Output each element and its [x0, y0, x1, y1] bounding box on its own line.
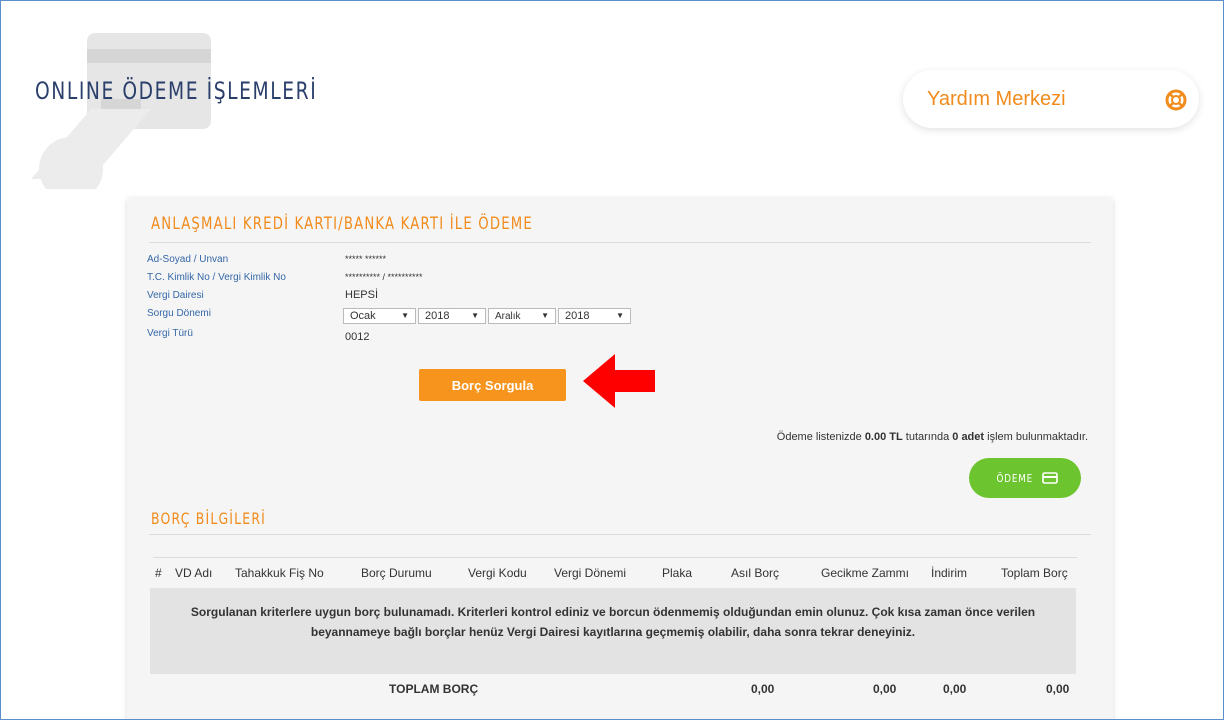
col-header-tax-code: Vergi Kodu — [468, 566, 527, 580]
summary-suffix: işlem bulunmaktadır. — [984, 431, 1088, 443]
start-year-select[interactable]: 2018 ▼ — [418, 308, 486, 324]
field-label-name: Ad-Soyad / Unvan — [147, 254, 229, 265]
col-header-status: Borç Durumu — [361, 566, 432, 580]
end-month-value: Aralık — [495, 311, 521, 322]
col-header-plate: Plaka — [662, 566, 693, 580]
table-top-rule — [153, 557, 1077, 558]
credit-card-icon — [1041, 472, 1058, 484]
page-title: ONLINE ÖDEME İŞLEMLERİ — [35, 77, 318, 105]
payment-button[interactable]: ÖDEME — [969, 458, 1081, 498]
payment-button-label: ÖDEME — [996, 471, 1034, 485]
end-year-value: 2018 — [565, 310, 590, 322]
field-value-tax-id: ********** / ********** — [345, 272, 423, 282]
field-value-tax-office: HEPSİ — [345, 289, 379, 301]
end-month-select[interactable]: Aralık ▼ — [488, 308, 556, 324]
lifebuoy-icon — [1165, 89, 1187, 111]
field-label-period: Sorgu Dönemi — [147, 308, 211, 319]
no-debt-message: Sorgulanan kriterlere uygun borç bulunam… — [150, 588, 1076, 674]
divider — [149, 242, 1091, 243]
total-label: TOPLAM BORÇ — [389, 682, 479, 696]
end-year-select[interactable]: 2018 ▼ — [558, 308, 631, 324]
payment-panel: ANLAŞMALI KREDİ KARTI/BANKA KARTI İLE ÖD… — [127, 198, 1113, 719]
help-center-label: Yardım Merkezi — [927, 87, 1066, 110]
col-header-discount: İndirim — [931, 566, 968, 580]
start-year-value: 2018 — [425, 310, 450, 322]
total-amount: 0,00 — [1046, 682, 1070, 696]
dropdown-arrow-icon: ▼ — [541, 311, 549, 320]
dropdown-arrow-icon: ▼ — [616, 311, 624, 320]
start-month-select[interactable]: Ocak ▼ — [343, 308, 416, 324]
panel-title: ANLAŞMALI KREDİ KARTI/BANKA KARTI İLE ÖD… — [151, 214, 533, 234]
field-label-tax-id: T.C. Kimlik No / Vergi Kimlik No — [147, 272, 286, 283]
payment-list-summary: Ödeme listenizde 0.00 TL tutarında 0 ade… — [777, 431, 1088, 443]
page-frame: ONLINE ÖDEME İŞLEMLERİ Yardım Merkezi AN… — [0, 0, 1224, 720]
dropdown-arrow-icon: ▼ — [401, 311, 409, 320]
col-header-office: VD Adı — [175, 566, 213, 580]
col-header-total: Toplam Borç — [1001, 566, 1068, 580]
col-header-index: # — [155, 566, 162, 580]
summary-prefix: Ödeme listenizde — [776, 431, 865, 443]
help-center-button[interactable]: Yardım Merkezi — [903, 70, 1199, 128]
field-value-name: ***** ****** — [345, 254, 387, 264]
field-label-tax-office: Vergi Dairesi — [147, 290, 204, 301]
summary-middle: tutarında — [902, 431, 953, 443]
total-late-fee: 0,00 — [873, 682, 897, 696]
field-label-tax-type: Vergi Türü — [147, 328, 193, 339]
start-month-value: Ocak — [350, 310, 376, 322]
col-header-receipt-no: Tahakkuk Fiş No — [235, 566, 324, 580]
col-header-late-fee: Gecikme Zammı — [821, 566, 910, 580]
red-arrow-pointer-icon — [583, 354, 655, 408]
credit-card-bg-icon — [31, 33, 211, 189]
field-value-tax-type: 0012 — [345, 331, 370, 343]
debt-section-title: BORÇ BİLGİLERİ — [151, 509, 267, 528]
divider — [149, 534, 1091, 535]
summary-count: 0 adet — [952, 431, 985, 443]
col-header-principal: Asıl Borç — [731, 566, 780, 580]
col-header-tax-period: Vergi Dönemi — [554, 566, 627, 580]
summary-amount: 0.00 TL — [864, 431, 903, 443]
query-debt-button[interactable]: Borç Sorgula — [419, 369, 566, 401]
total-discount: 0,00 — [943, 682, 967, 696]
dropdown-arrow-icon: ▼ — [471, 311, 479, 320]
total-principal: 0,00 — [751, 682, 775, 696]
